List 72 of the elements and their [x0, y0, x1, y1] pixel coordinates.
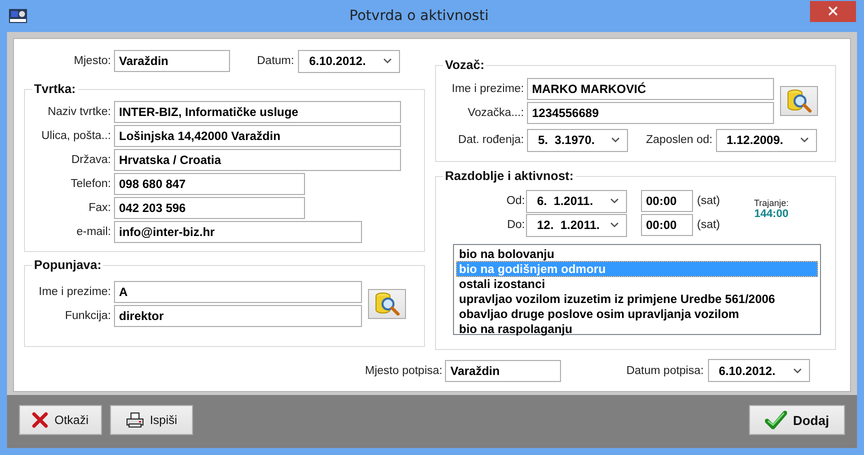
text-field[interactable]: 042 203 596 — [114, 197, 305, 219]
add-button[interactable]: Dodaj — [749, 405, 845, 435]
field-label: Ime i prezime: — [38, 286, 111, 298]
search-icon — [374, 292, 400, 316]
print-button[interactable]: Ispiši — [110, 405, 193, 435]
list-item[interactable]: upravljao vozilom izuzetim iz primjene Uredbe 561/2006 — [456, 291, 818, 307]
field-label: Funkcija: — [64, 310, 111, 322]
list-item[interactable]: bio na raspolaganju — [456, 321, 818, 337]
duration-label: Trajanje: — [754, 198, 789, 208]
date-picker[interactable]: 12. 1.2011. — [526, 214, 627, 236]
text-field[interactable]: INTER-BIZ, Informatičke usluge — [114, 101, 401, 123]
chevron-down-icon — [610, 198, 619, 204]
printer-icon — [126, 412, 144, 428]
group-title: Vozač: — [444, 58, 486, 72]
date-picker[interactable]: 5. 3.1970. — [527, 128, 628, 152]
field-label: Datum: — [257, 55, 294, 67]
list-item[interactable]: obavljao druge poslove osim upravljanja vozilom — [456, 306, 818, 322]
text-field[interactable]: 1234556689 — [527, 102, 774, 124]
text-field[interactable]: MARKO MARKOVIĆ — [527, 78, 774, 100]
unit-label: (sat) — [697, 195, 720, 207]
text-field[interactable]: A — [114, 281, 362, 303]
field-label: Naziv tvrtke: — [46, 106, 111, 118]
list-item[interactable]: bio na bolovanju — [456, 246, 818, 262]
field-label: Fax: — [88, 202, 111, 214]
field-label: Država: — [70, 154, 111, 166]
date-picker[interactable]: 6. 1.2011. — [526, 190, 627, 212]
text-field[interactable]: Varaždin — [445, 360, 562, 382]
activity-list[interactable]: bio na bolovanju bio na godišnjem odmoru ostali izostanci upravljao vozilom izuzetim iz primjene Uredbe 561/2006 obavljao druge poslove osim upravljanja vozilom bio na raspolaganju — [453, 244, 821, 335]
search-icon — [786, 89, 812, 113]
check-icon — [764, 410, 787, 430]
cross-icon — [32, 412, 48, 428]
list-item[interactable]: ostali izostanci — [456, 276, 818, 292]
field-label: Do: — [506, 219, 525, 231]
unit-label: (sat) — [697, 219, 720, 231]
date-picker[interactable]: 6.10.2012. — [708, 359, 810, 382]
window-title: Potvrda o aktivnosti — [348, 8, 490, 24]
chevron-down-icon — [792, 368, 802, 374]
chevron-down-icon — [610, 222, 619, 228]
field-label: Telefon: — [70, 178, 111, 190]
group-title: Tvrtka: — [33, 82, 77, 96]
field-label: Mjesto potpisa: — [365, 364, 442, 376]
search-button[interactable] — [368, 289, 406, 319]
date-picker[interactable]: 6.10.2012. — [298, 50, 400, 72]
close-button[interactable] — [810, 0, 856, 22]
field-label: Vozačka...: — [466, 107, 524, 119]
text-field[interactable]: 00:00 — [641, 190, 693, 212]
text-field[interactable]: 098 680 847 — [114, 173, 305, 195]
text-field[interactable]: Hrvatska / Croatia — [114, 149, 401, 171]
field-label: Dat. rođenja: — [457, 134, 524, 146]
text-field[interactable]: Lošinjska 14,42000 Varaždin — [114, 125, 401, 147]
chevron-down-icon — [611, 137, 620, 143]
chevron-down-icon — [383, 58, 392, 64]
field-label: e-mail: — [75, 226, 111, 238]
search-button[interactable] — [780, 86, 818, 116]
text-field[interactable]: 00:00 — [641, 214, 693, 236]
date-picker[interactable]: 1.12.2009. — [716, 128, 816, 152]
field-label: Od: — [505, 195, 525, 207]
chevron-down-icon — [800, 137, 808, 143]
field-label: Ulica, pošta..: — [40, 130, 111, 142]
duration-value: 144:00 — [754, 208, 788, 220]
field-label: Datum potpisa: — [626, 364, 704, 376]
close-icon — [828, 6, 838, 16]
text-field[interactable]: direktor — [114, 305, 362, 327]
text-field[interactable]: info@inter-biz.hr — [114, 221, 362, 243]
text-field[interactable]: Varaždin — [114, 50, 230, 72]
cancel-button[interactable]: Otkaži — [19, 405, 102, 435]
group-title: Razdoblje i aktivnost: — [444, 169, 574, 183]
field-label: Zaposlen od: — [646, 134, 712, 146]
field-label: Ime i prezime: — [450, 83, 524, 95]
field-label: Mjesto: — [72, 55, 111, 67]
app-icon — [8, 8, 28, 24]
group-title: Popunjava: — [33, 258, 102, 272]
